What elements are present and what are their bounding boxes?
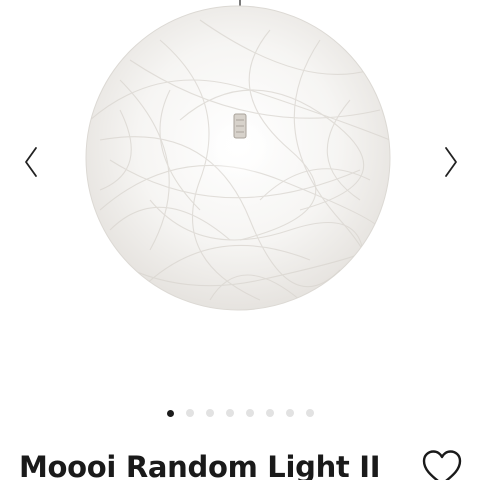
- pagination-dot[interactable]: [245, 409, 254, 417]
- pagination-dot[interactable]: [285, 409, 294, 417]
- pagination-dot[interactable]: [185, 409, 194, 417]
- pagination-dot-active[interactable]: [166, 409, 174, 417]
- product-image: [85, 0, 391, 311]
- product-page: Moooi Random Light II: [0, 0, 480, 480]
- heart-outline-icon: [422, 450, 462, 480]
- gallery-pagination: [0, 406, 480, 420]
- pagination-dot[interactable]: [205, 409, 214, 417]
- product-title: Moooi Random Light II: [19, 450, 381, 480]
- product-gallery[interactable]: [0, 0, 480, 395]
- favorite-button[interactable]: [421, 449, 463, 480]
- pagination-dot[interactable]: [225, 409, 234, 417]
- gallery-next-button[interactable]: [434, 140, 468, 184]
- chevron-left-icon: [25, 147, 37, 177]
- chevron-right-icon: [445, 147, 457, 177]
- pagination-dot[interactable]: [305, 409, 314, 417]
- pagination-dot[interactable]: [265, 409, 274, 417]
- gallery-prev-button[interactable]: [14, 140, 48, 184]
